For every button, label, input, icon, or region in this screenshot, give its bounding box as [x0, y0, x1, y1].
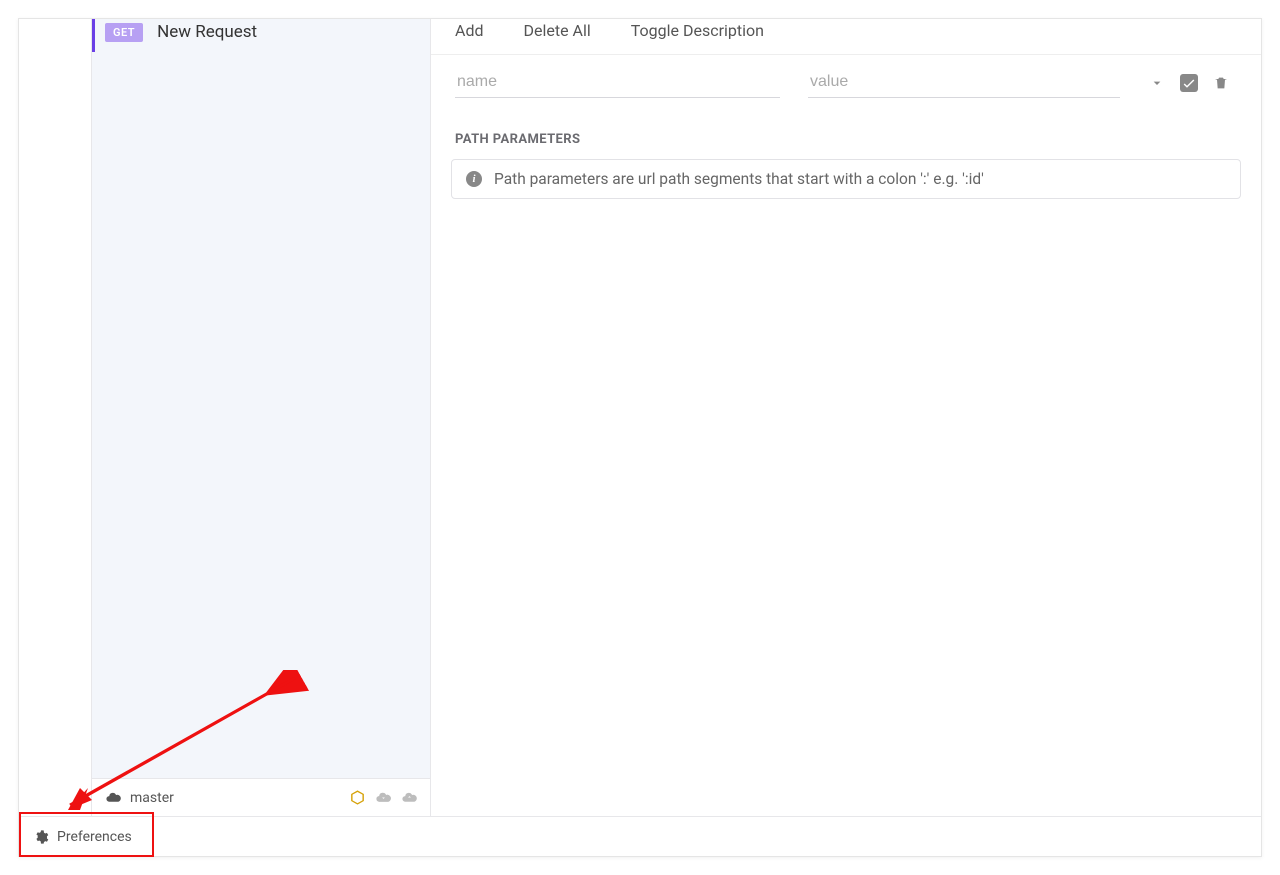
param-row: [431, 55, 1261, 110]
content-pane: Add Delete All Toggle Description: [431, 19, 1261, 816]
request-list: GET New Request: [92, 19, 430, 778]
cloud-download-icon[interactable]: [374, 789, 392, 807]
path-parameters-info-text: Path parameters are url path segments th…: [494, 170, 984, 188]
info-icon: i: [466, 171, 482, 187]
branch-name[interactable]: master: [130, 790, 174, 806]
sidebar: GET New Request master: [91, 19, 431, 816]
params-toolbar: Add Delete All Toggle Description: [431, 19, 1261, 55]
path-parameters-title: PATH PARAMETERS: [431, 110, 1261, 159]
cloud-upload-icon[interactable]: [400, 789, 418, 807]
gear-icon: [33, 829, 49, 845]
preferences-link[interactable]: Preferences: [57, 829, 132, 845]
param-value-input[interactable]: [808, 67, 1120, 98]
main-area: GET New Request master: [19, 19, 1261, 816]
toggle-description-button[interactable]: Toggle Description: [631, 21, 764, 40]
param-enabled-checkbox[interactable]: [1180, 74, 1198, 92]
trash-icon[interactable]: [1212, 74, 1230, 92]
request-name-label: New Request: [157, 22, 257, 42]
path-parameters-info: i Path parameters are url path segments …: [451, 159, 1241, 199]
app-window: GET New Request master: [18, 18, 1262, 857]
delete-all-button[interactable]: Delete All: [523, 21, 590, 40]
left-gutter: [19, 19, 91, 816]
branch-bar: master: [92, 778, 430, 816]
add-button[interactable]: Add: [455, 21, 483, 40]
status-bar: Preferences: [19, 816, 1261, 856]
request-item[interactable]: GET New Request: [92, 19, 430, 52]
cube-icon[interactable]: [348, 789, 366, 807]
http-method-badge: GET: [105, 23, 143, 42]
param-row-actions: [1148, 74, 1230, 92]
param-name-input[interactable]: [455, 67, 780, 98]
chevron-down-icon[interactable]: [1148, 74, 1166, 92]
cloud-icon: [104, 789, 122, 807]
